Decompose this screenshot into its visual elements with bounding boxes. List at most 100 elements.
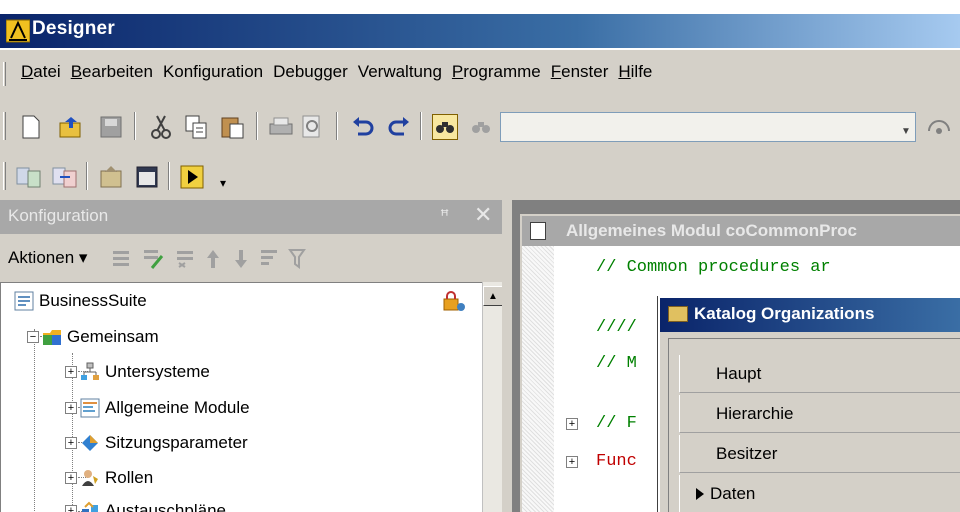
print-preview-icon[interactable] xyxy=(300,114,326,140)
paste-icon[interactable] xyxy=(220,114,246,140)
tab-haupt[interactable]: Haupt xyxy=(679,355,960,393)
pin-icon[interactable]: ꟸ xyxy=(440,206,449,226)
scroll-up-icon[interactable]: ▲ xyxy=(483,286,503,306)
menu-item-accelerator: F xyxy=(550,62,562,81)
menu-items: Datei Bearbeiten Konfiguration Debugger Verw… xyxy=(16,62,657,82)
cut-icon[interactable] xyxy=(148,114,174,140)
search-options-icon[interactable] xyxy=(926,114,952,140)
pane-splitter[interactable] xyxy=(502,200,510,512)
tree-item-label: Allgemeine Module xyxy=(105,398,250,417)
code-line: Func xyxy=(596,452,637,471)
tree-item-label: BusinessSuite xyxy=(39,291,147,310)
menu-item-text: Debugger xyxy=(273,62,348,81)
menu-item[interactable]: Debugger xyxy=(268,62,353,82)
filter-icon[interactable] xyxy=(286,246,312,272)
tree-item-allgemeine-module[interactable]: + Allgemeine Module xyxy=(65,394,250,422)
undo-icon[interactable] xyxy=(350,114,376,140)
menu-item[interactable]: Hilfe xyxy=(613,62,657,82)
catalog-icon xyxy=(668,306,688,322)
menu-item-accelerator: P xyxy=(451,62,464,81)
move-down-icon[interactable] xyxy=(228,246,254,272)
save-icon[interactable] xyxy=(98,114,124,140)
toolbar-grip[interactable] xyxy=(3,162,6,190)
collapse-icon[interactable]: − xyxy=(27,331,39,343)
tab-besitzer[interactable]: Besitzer xyxy=(679,435,960,473)
subsystems-icon xyxy=(81,362,99,380)
find-icon[interactable] xyxy=(432,114,458,140)
toolbar-separator xyxy=(420,112,422,140)
database-update-icon[interactable] xyxy=(98,164,124,190)
standard-toolbar: ▼ xyxy=(0,104,960,148)
module-window-titlebar[interactable]: Allgemeines Modul coCommonProc xyxy=(520,214,960,246)
redo-icon[interactable] xyxy=(386,114,412,140)
new-file-icon[interactable] xyxy=(18,114,44,140)
title-bar-background xyxy=(0,14,960,48)
code-line: // F xyxy=(596,414,637,433)
toolbar-grip[interactable] xyxy=(3,112,6,140)
expand-icon[interactable]: + xyxy=(65,437,77,449)
menu-item[interactable]: Verwaltung xyxy=(353,62,447,82)
menu-item[interactable]: Konfiguration xyxy=(158,62,268,82)
katalog-window-titlebar[interactable]: Katalog Organizations xyxy=(660,298,960,332)
tab-label: Besitzer xyxy=(716,443,778,463)
configuration-tree[interactable]: BusinessSuite − Gemeinsam + Untersysteme… xyxy=(0,282,482,512)
menu-item-text: Verwaltung xyxy=(357,62,442,81)
config-icon xyxy=(14,291,34,311)
debug-start-icon[interactable] xyxy=(180,164,206,190)
compare-config-icon[interactable] xyxy=(16,164,42,190)
tree-scrollbar[interactable]: ▲ xyxy=(482,282,503,512)
tab-hierarchie[interactable]: Hierarchie xyxy=(679,395,960,433)
edit-item-icon[interactable] xyxy=(140,246,166,272)
current-tab-arrow-icon xyxy=(696,487,704,500)
copy-icon[interactable] xyxy=(184,114,210,140)
tab-label: Daten xyxy=(710,483,756,503)
module-icon xyxy=(80,398,100,418)
open-file-icon[interactable] xyxy=(58,114,84,140)
toolbar-separator xyxy=(168,162,170,190)
actions-menu-button[interactable]: Aktionen ▾ xyxy=(8,248,87,268)
find-next-icon[interactable] xyxy=(468,114,494,140)
menu-item[interactable]: Datei xyxy=(16,62,66,82)
window-icon[interactable] xyxy=(134,164,160,190)
expand-icon[interactable]: + xyxy=(65,472,77,484)
menu-item[interactable]: Bearbeiten xyxy=(66,62,158,82)
tree-item-austauschplaene[interactable]: + Austauschpläne xyxy=(65,497,226,512)
toolbar-separator xyxy=(256,112,258,140)
search-input[interactable] xyxy=(500,112,916,142)
tree-item-businesssuite[interactable]: BusinessSuite xyxy=(11,287,147,315)
tab-daten[interactable]: Daten xyxy=(679,475,960,512)
tree-item-untersysteme[interactable]: + Untersysteme xyxy=(65,358,210,386)
merge-config-icon[interactable] xyxy=(52,164,78,190)
menu-item-text: ilfe xyxy=(630,62,653,81)
menu-item-text: atei xyxy=(33,62,61,81)
print-icon[interactable] xyxy=(268,114,294,140)
tree-item-gemeinsam[interactable]: − Gemeinsam xyxy=(27,323,159,351)
menu-item-text: earbeiten xyxy=(82,62,153,81)
katalog-organizations-window: Katalog Organizations Haupt Hierarchie B… xyxy=(658,296,960,512)
tree-item-sitzungsparameter[interactable]: + Sitzungsparameter xyxy=(65,429,248,457)
expand-icon[interactable]: + xyxy=(65,402,77,414)
move-up-icon[interactable] xyxy=(200,246,226,272)
delete-item-icon[interactable] xyxy=(172,246,198,272)
expand-region-icon[interactable]: + xyxy=(566,418,578,430)
search-dropdown-icon[interactable]: ▼ xyxy=(898,118,914,144)
menu-item-accelerator: H xyxy=(618,62,631,81)
tree-item-rollen[interactable]: + Rollen xyxy=(65,464,153,492)
add-item-icon[interactable] xyxy=(108,246,134,272)
expand-region-icon[interactable]: + xyxy=(566,456,578,468)
expand-icon[interactable]: + xyxy=(65,505,77,512)
menu-item[interactable]: Programme xyxy=(447,62,546,82)
sort-icon[interactable] xyxy=(256,246,282,272)
menu-grip[interactable] xyxy=(3,62,6,86)
configuration-pane-header: Konfiguration ꟸ ✕ xyxy=(0,200,508,234)
lock-icon xyxy=(441,289,467,315)
tree-item-label: Gemeinsam xyxy=(67,327,159,346)
menu-item[interactable]: Fenster xyxy=(546,62,614,82)
exchange-plans-icon xyxy=(82,501,98,512)
configuration-toolbar: ▾ xyxy=(0,154,960,198)
actions-toolbar: Aktionen ▾ xyxy=(0,238,508,282)
close-pane-icon[interactable]: ✕ xyxy=(474,202,492,228)
menu-item-text: rogramme xyxy=(463,62,541,81)
expand-icon[interactable]: + xyxy=(65,366,77,378)
debug-dropdown-icon[interactable]: ▾ xyxy=(210,170,236,196)
